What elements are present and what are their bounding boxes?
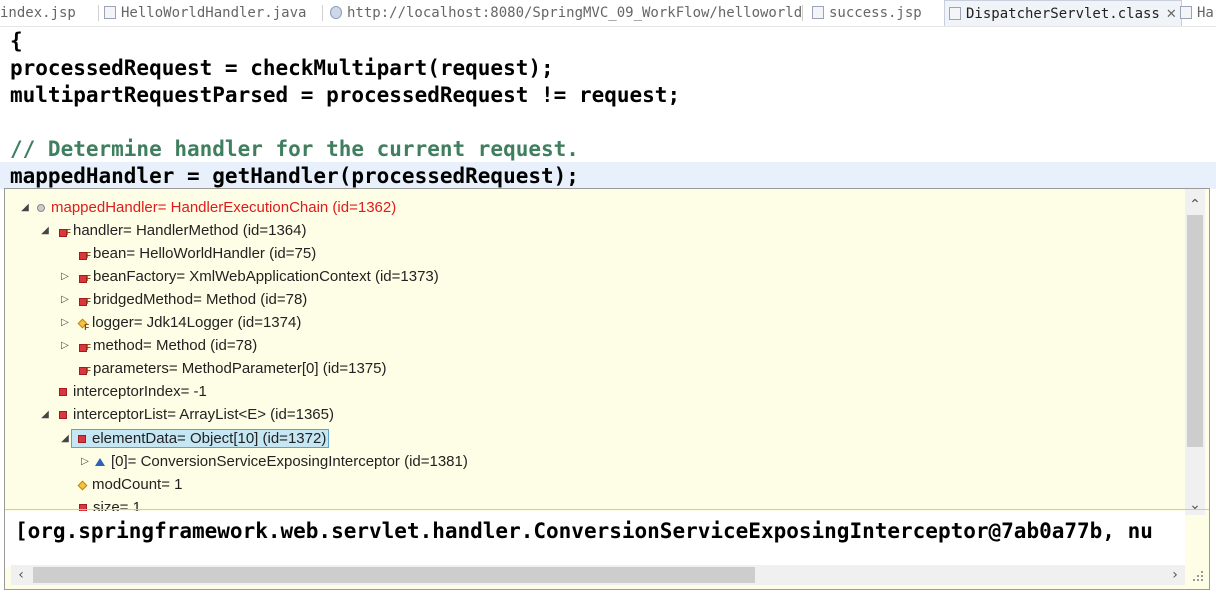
tab-label: success.jsp [829,5,922,21]
debug-variable-popup: ◢ mappedHandler= HandlerExecutionChain (… [4,188,1210,590]
final-field-icon [79,267,91,290]
tree-row-label: handler= HandlerMethod (id=1364) [73,222,307,239]
tree-row-beanfactory[interactable]: ▷ beanFactory= XmlWebApplicationContext … [59,265,439,290]
tab-success-jsp[interactable]: success.jsp [812,0,922,26]
java-file-icon [1180,6,1192,19]
private-field-icon [59,411,67,419]
scroll-up-arrow-icon[interactable]: ⌃ [1185,195,1205,215]
tree-row-label: [0]= ConversionServiceExposingIntercepto… [111,453,468,470]
code-line-current[interactable]: mappedHandler = getHandler(processedRequ… [10,163,579,190]
tree-row-label: interceptorList= ArrayList<E> (id=1365) [73,406,334,423]
tree-row-method[interactable]: ▷ method= Method (id=78) [59,334,258,359]
tree-row-label: logger= Jdk14Logger (id=1374) [92,314,302,331]
detail-value-text: [org.springframework.web.servlet.handler… [15,519,1153,543]
tree-row-interceptorindex[interactable]: interceptorIndex= -1 [59,380,207,403]
code-line[interactable]: multipartRequestParsed = processedReques… [10,82,680,109]
private-field-icon [59,388,67,396]
collapse-arrow-icon[interactable]: ◢ [59,427,71,450]
tab-label: DispatcherServlet.class [966,6,1160,22]
web-browser-icon [330,6,342,19]
expand-arrow-icon[interactable]: ▷ [79,450,91,473]
horizontal-scrollbar-thumb[interactable] [33,567,755,583]
code-comment-line[interactable]: // Determine handler for the current req… [10,136,579,163]
tree-row-label: bridgedMethod= Method (id=78) [93,291,308,308]
resize-grip-icon[interactable] [1189,565,1205,585]
tree-row-mappedhandler[interactable]: ◢ mappedHandler= HandlerExecutionChain (… [19,196,396,219]
tree-row-label: method= Method (id=78) [93,337,258,354]
tree-row-label: bean= HelloWorldHandler (id=75) [93,245,317,262]
tree-row-label: beanFactory= XmlWebApplicationContext (i… [93,268,439,285]
tree-row-elementdata[interactable]: ◢ elementData= Object[10] (id=1372) [59,427,330,450]
private-field-icon [78,435,86,443]
collapse-arrow-icon[interactable]: ◢ [19,196,31,219]
detail-pane-divider[interactable] [5,509,1209,510]
tab-helloworldhandler-java[interactable]: HelloWorldHandler.java [104,0,306,26]
tab-label: Ha [1197,5,1214,21]
tree-row-handler[interactable]: ◢ handler= HandlerMethod (id=1364) [39,219,307,244]
tree-row-element-0[interactable]: ▷ [0]= ConversionServiceExposingIntercep… [79,450,468,473]
tree-row-logger[interactable]: ▷ logger= Jdk14Logger (id=1374) [59,311,301,334]
tree-row-label: interceptorIndex= -1 [73,383,207,400]
java-file-icon [104,6,116,19]
tree-row-interceptorlist[interactable]: ◢ interceptorList= ArrayList<E> (id=1365… [39,403,334,426]
final-field-icon [79,359,91,382]
class-file-icon [949,7,961,20]
local-variable-icon [37,204,45,212]
tab-separator [98,5,99,21]
collapse-arrow-icon[interactable]: ◢ [39,403,51,426]
tree-row-label: elementData= Object[10] (id=1372) [92,430,327,447]
scroll-right-arrow-icon[interactable]: › [1165,565,1185,585]
tab-label: index.jsp [0,5,76,21]
jsp-file-icon [812,6,824,19]
final-field-icon [79,336,91,359]
vertical-scrollbar-thumb[interactable] [1187,215,1203,447]
array-element-icon [95,458,105,466]
tree-row-modcount[interactable]: modCount= 1 [77,473,182,496]
detail-pane[interactable]: [org.springframework.web.servlet.handler… [5,511,1185,567]
expand-arrow-icon[interactable]: ▷ [59,265,71,288]
tab-index-jsp[interactable]: index.jsp [0,0,76,26]
transient-field-icon [77,480,88,491]
tree-row-bean[interactable]: bean= HelloWorldHandler (id=75) [79,242,317,267]
expand-arrow-icon[interactable]: ▷ [59,311,71,334]
tree-row-label: mappedHandler= HandlerExecutionChain (id… [51,199,397,216]
static-final-field-icon [77,318,88,329]
expand-arrow-icon[interactable]: ▷ [59,334,71,357]
final-field-icon [79,244,91,267]
scroll-down-arrow-icon[interactable]: ⌄ [1185,495,1205,515]
code-line[interactable]: { [10,28,23,55]
final-field-icon [59,221,71,244]
tree-row-bridgedmethod[interactable]: ▷ bridgedMethod= Method (id=78) [59,288,308,313]
scroll-left-arrow-icon[interactable]: ‹ [11,565,31,585]
editor-tab-bar: index.jsp HelloWorldHandler.java http://… [0,0,1216,27]
final-field-icon [79,290,91,313]
variable-tree: ◢ mappedHandler= HandlerExecutionChain (… [5,189,1185,516]
expand-arrow-icon[interactable]: ▷ [59,288,71,311]
code-line[interactable]: processedRequest = checkMultipart(reques… [10,55,554,82]
tab-browser-helloworld[interactable]: http://localhost:8080/SpringMVC_09_WorkF… [330,0,802,26]
tab-label: HelloWorldHandler.java [121,5,307,21]
tree-row-label: modCount= 1 [92,476,183,493]
selected-tree-item: elementData= Object[10] (id=1372) [71,429,330,448]
tab-separator [802,5,803,21]
collapse-arrow-icon[interactable]: ◢ [39,219,51,242]
close-icon[interactable]: ✕ [1166,7,1177,22]
tab-dispatcherservlet-class[interactable]: DispatcherServlet.class ✕ [944,0,1182,26]
tree-row-label: parameters= MethodParameter[0] (id=1375) [93,360,387,377]
tree-row-parameters[interactable]: parameters= MethodParameter[0] (id=1375) [79,357,387,382]
tab-label: http://localhost:8080/SpringMVC_09_WorkF… [347,5,803,21]
tab-separator [322,5,323,21]
tab-ha-overflow[interactable]: Ha [1180,0,1214,26]
